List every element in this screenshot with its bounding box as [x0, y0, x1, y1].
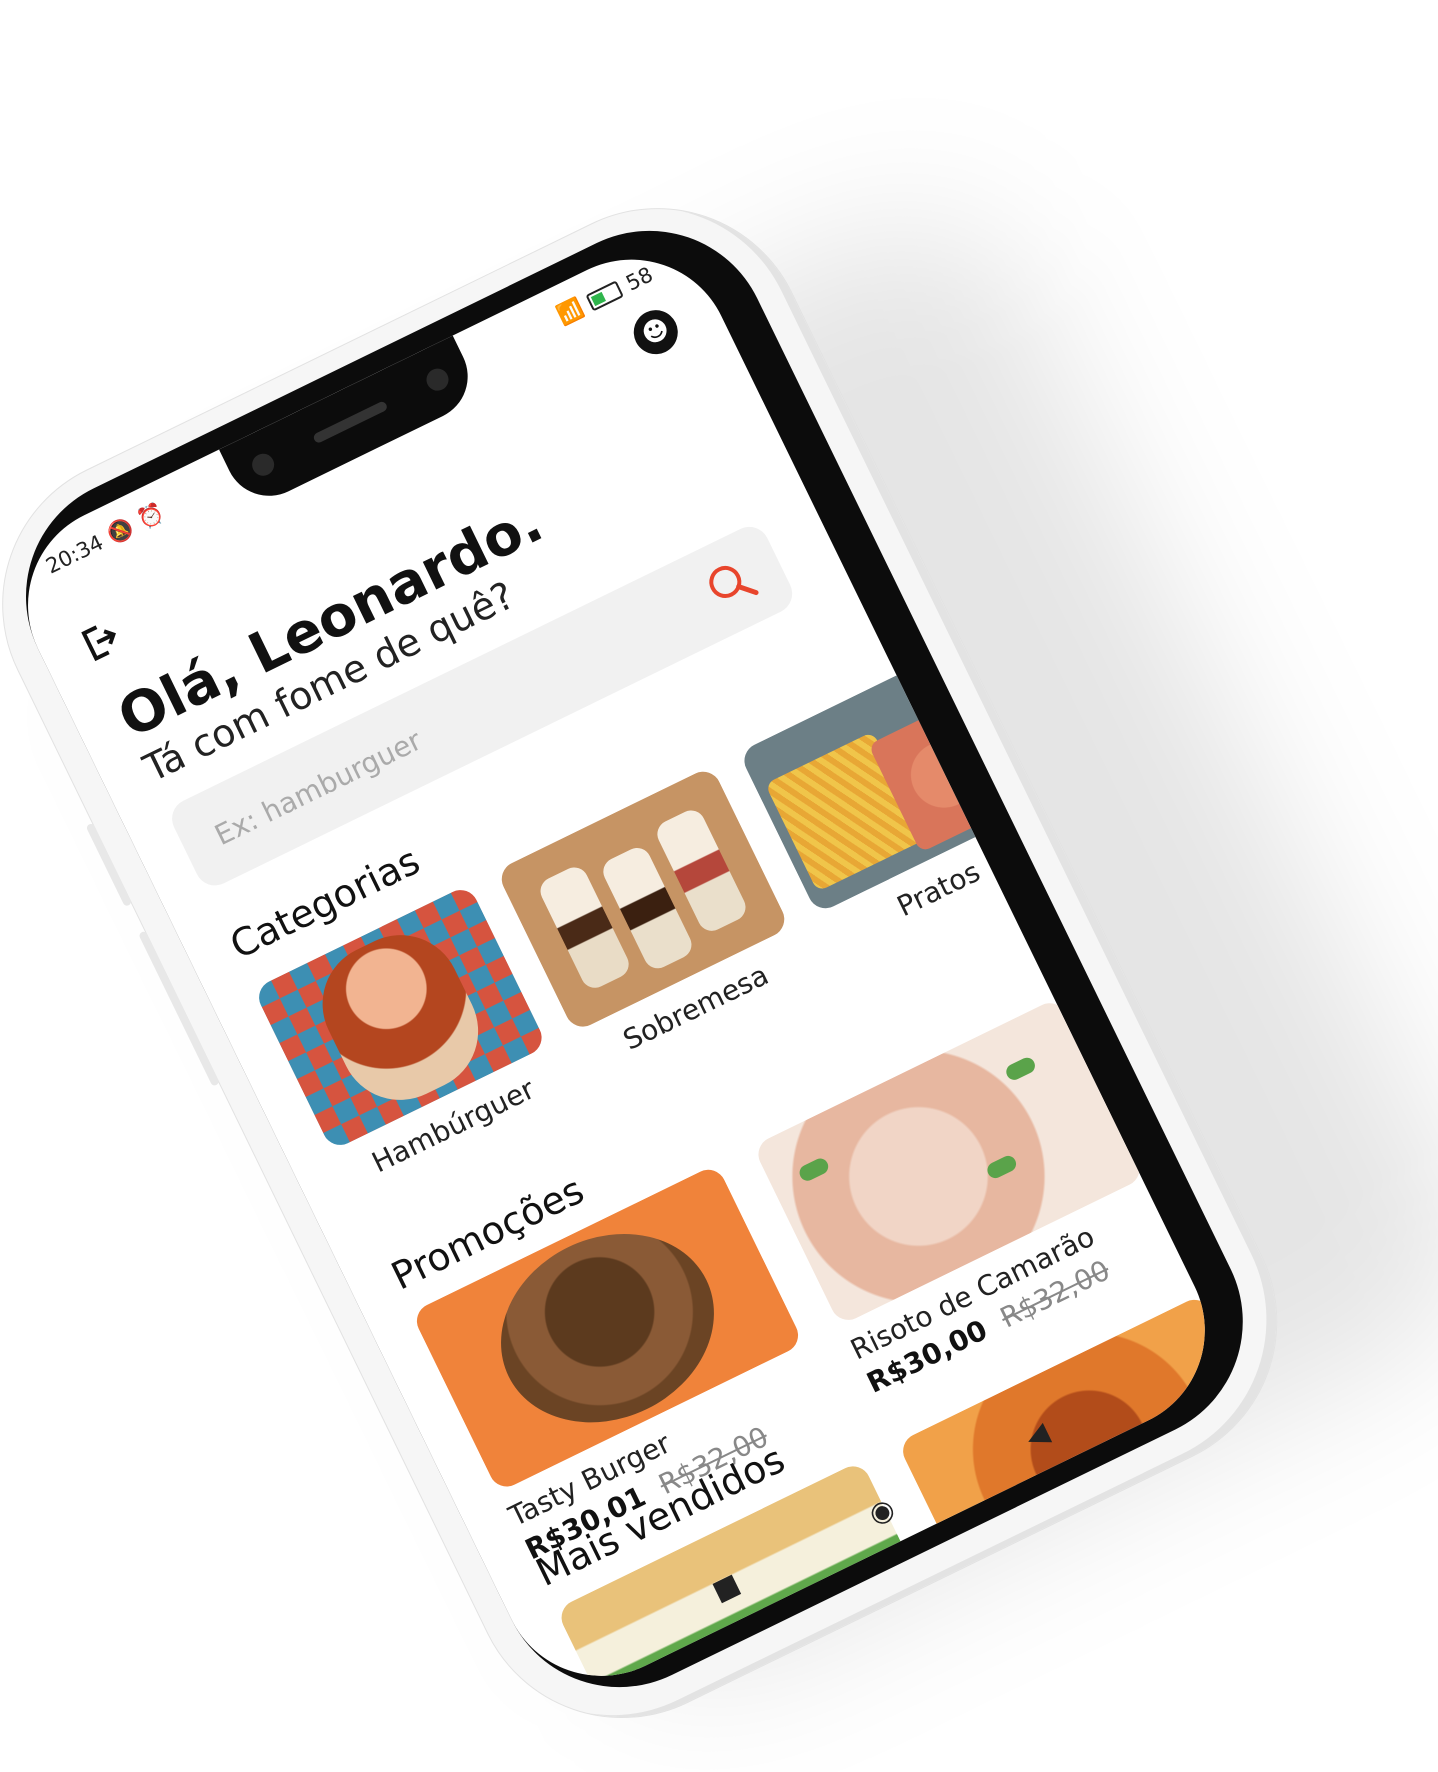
earpiece-speaker	[312, 400, 389, 445]
wifi-icon: 📶	[553, 295, 588, 329]
avatar-icon[interactable]: ☻	[626, 302, 686, 362]
recent-square-icon[interactable]: ■	[703, 1565, 748, 1610]
status-time: 20:34	[41, 529, 107, 579]
notifications-off-icon: 🔕	[103, 514, 138, 548]
status-left: 20:34 🔕 ⏰	[42, 500, 169, 579]
front-camera	[248, 450, 278, 480]
front-camera-2	[422, 364, 453, 395]
home-circle-icon[interactable]: ◉	[859, 1489, 904, 1534]
battery-icon	[585, 279, 624, 311]
notch	[219, 335, 483, 511]
search-icon[interactable]	[700, 553, 762, 615]
exit-icon[interactable]	[74, 614, 127, 667]
battery-level: 58	[621, 261, 657, 296]
alarm-icon: ⏰	[134, 499, 169, 533]
category-card-sobremesa[interactable]: Sobremesa	[495, 765, 811, 1075]
back-triangle-icon[interactable]: ◀	[1014, 1413, 1059, 1458]
